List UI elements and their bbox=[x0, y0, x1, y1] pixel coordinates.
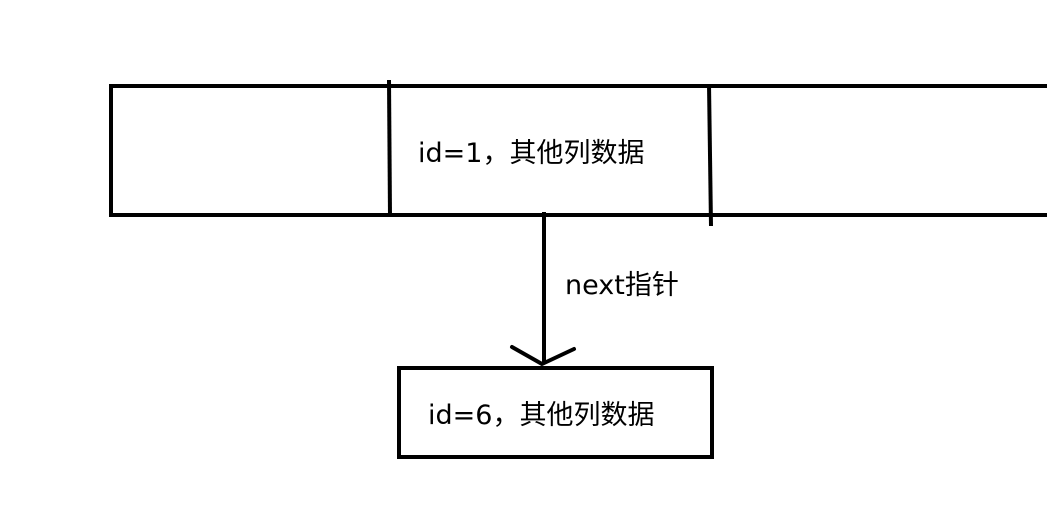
cell-divider-right bbox=[707, 83, 713, 227]
diagram-canvas: id=1，其他列数据 next指针 id=6，其他列数据 bbox=[0, 0, 1047, 507]
row-cell-label: id=1，其他列数据 bbox=[418, 138, 645, 169]
next-pointer-label: next指针 bbox=[565, 270, 679, 301]
next-node-label: id=6，其他列数据 bbox=[428, 400, 655, 431]
cell-divider-left bbox=[387, 79, 392, 218]
